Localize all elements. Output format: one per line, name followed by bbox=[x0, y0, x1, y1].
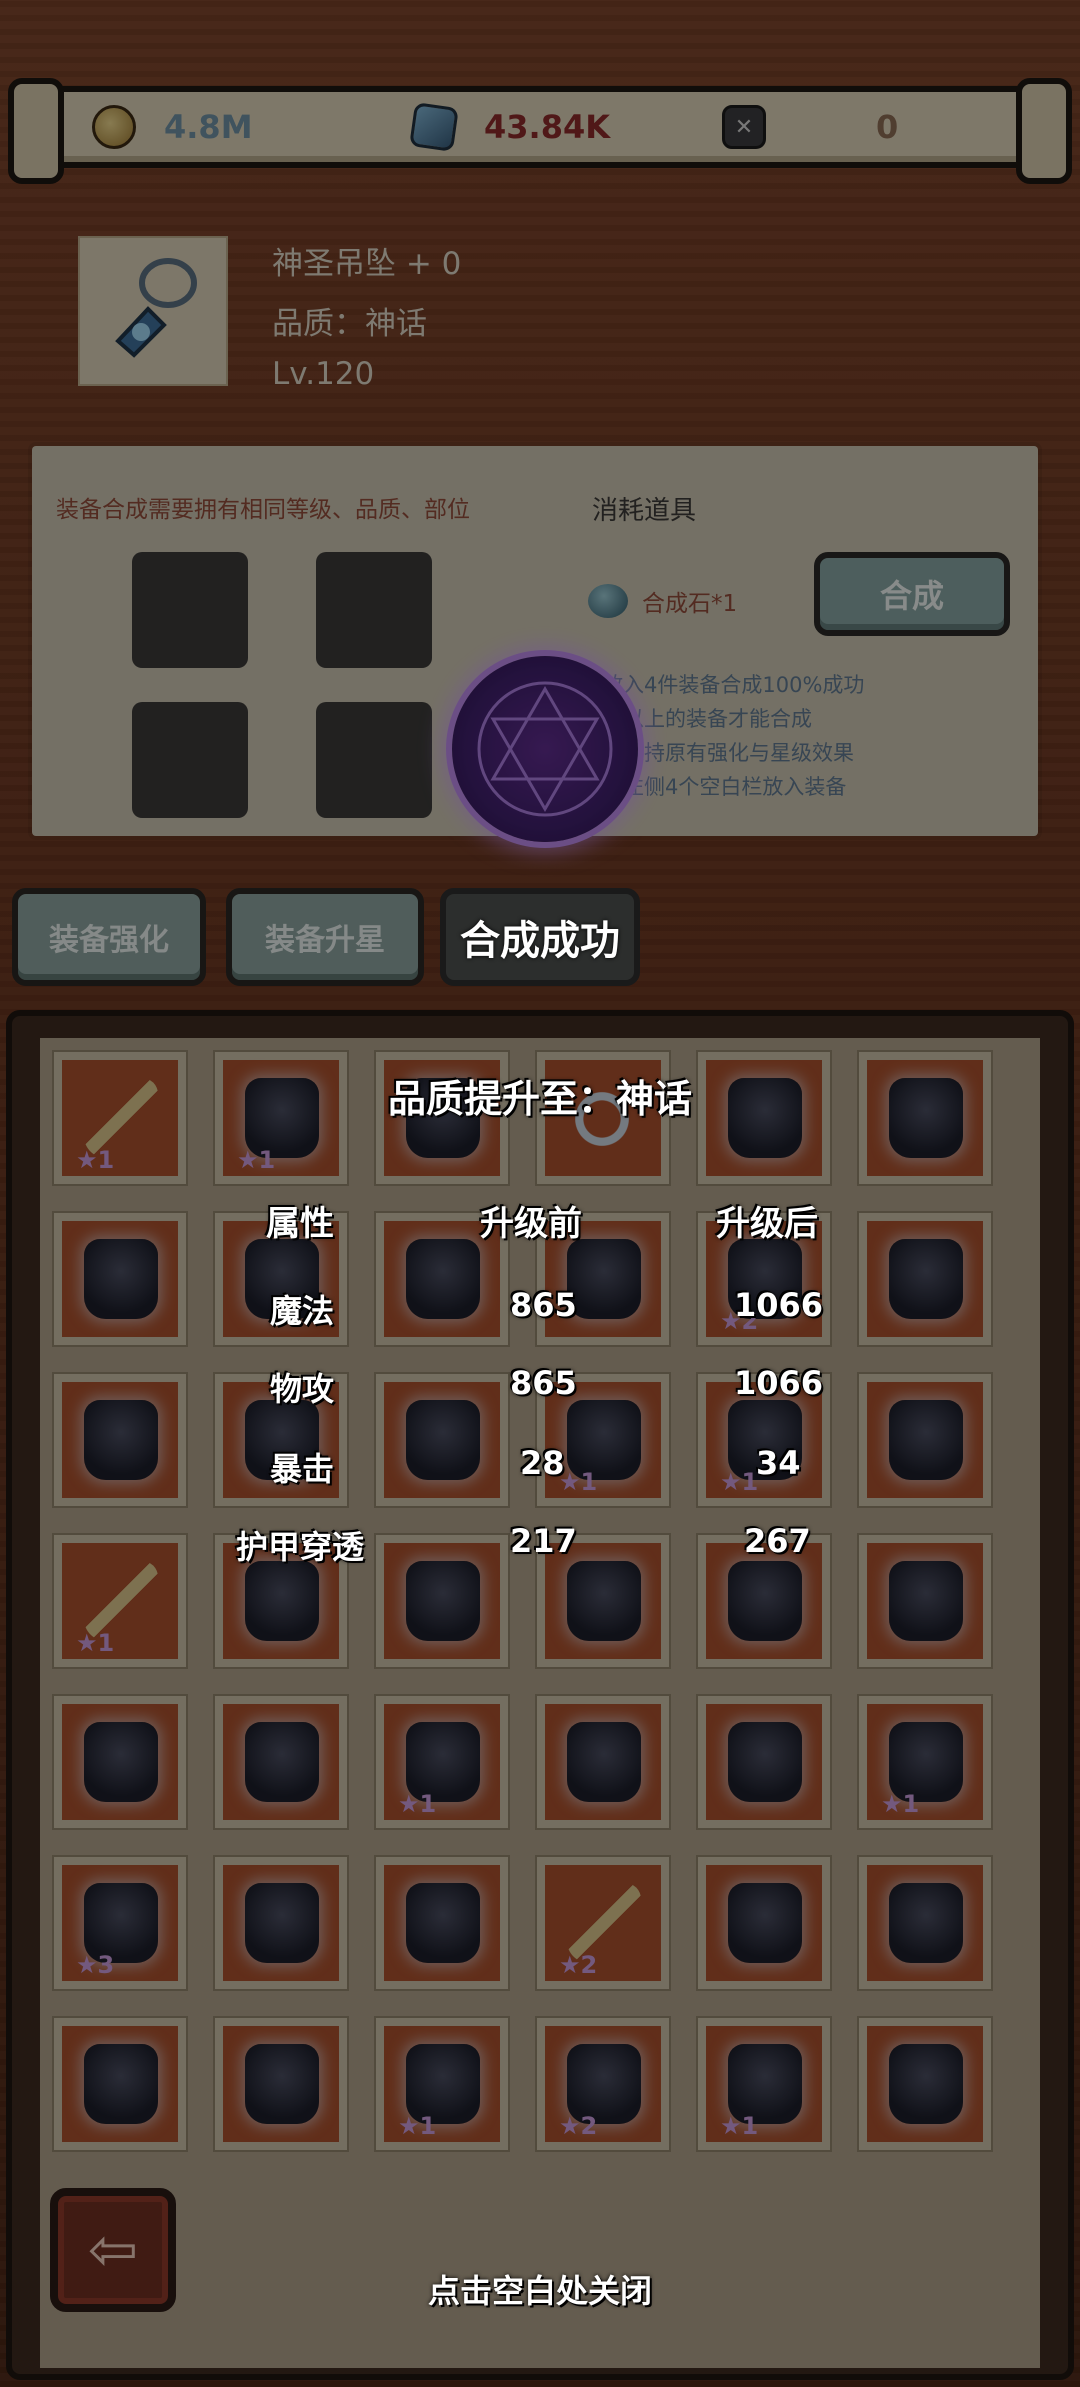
result-title: 品质提升至：神话 bbox=[387, 1077, 692, 1121]
header-attribute: 属性 bbox=[266, 1204, 334, 1244]
stat-after: 1066 bbox=[734, 1286, 824, 1324]
header-after: 升级后 bbox=[716, 1204, 818, 1244]
stat-attr: 物攻 bbox=[270, 1370, 335, 1408]
stat-before: 28 bbox=[520, 1444, 565, 1482]
stat-after: 267 bbox=[744, 1522, 811, 1560]
result-overlay[interactable] bbox=[0, 0, 1080, 2387]
stat-attr: 魔法 bbox=[270, 1292, 335, 1330]
stat-before: 865 bbox=[510, 1286, 577, 1324]
stat-attr: 护甲穿透 bbox=[236, 1528, 365, 1566]
stat-attr: 暴击 bbox=[270, 1450, 335, 1488]
stat-before: 217 bbox=[510, 1522, 577, 1560]
stat-before: 865 bbox=[510, 1364, 577, 1402]
stat-after: 34 bbox=[756, 1444, 801, 1482]
close-hint[interactable]: 点击空白处关闭 bbox=[0, 2266, 1080, 2312]
stat-after: 1066 bbox=[734, 1364, 824, 1402]
header-before: 升级前 bbox=[480, 1204, 582, 1244]
synthesis-success-badge: 合成成功 bbox=[440, 888, 640, 986]
